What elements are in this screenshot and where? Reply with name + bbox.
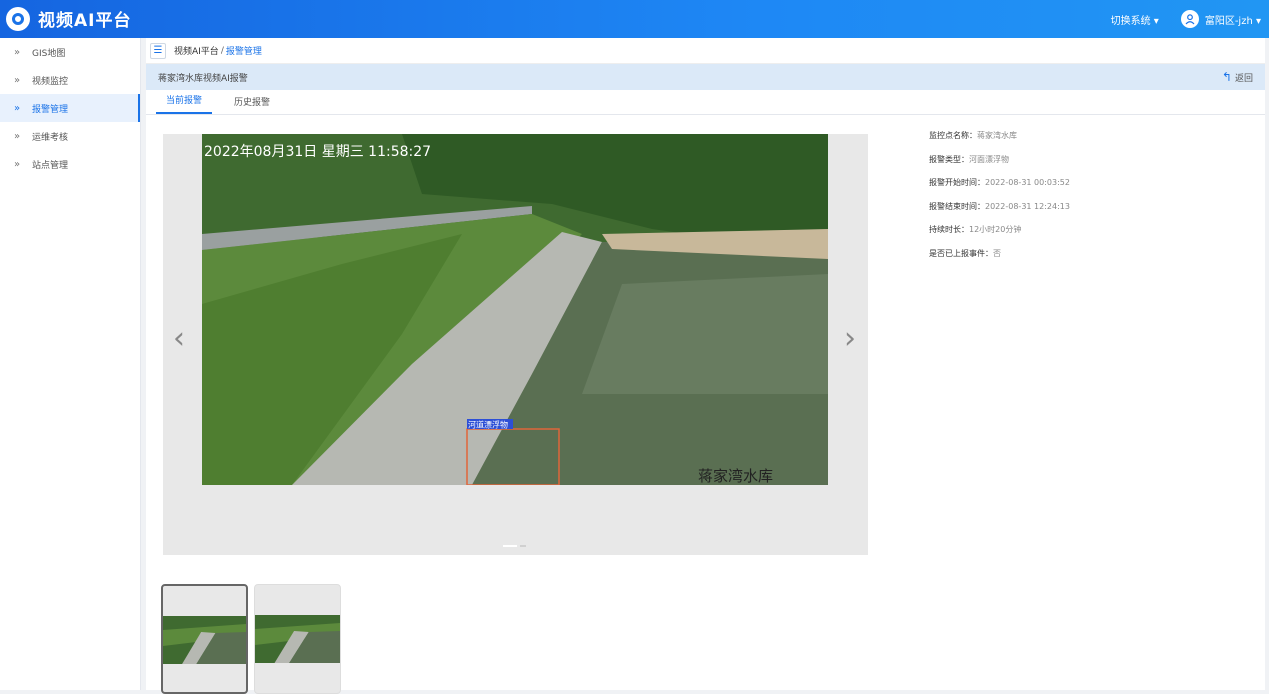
double-chevron-right-icon: » <box>14 74 21 86</box>
back-arrow-icon: ↰ <box>1221 70 1232 84</box>
sidebar-item-label: 运维考核 <box>32 132 69 143</box>
user-avatar-icon[interactable] <box>1180 10 1199 28</box>
sidebar-item-label: 报警管理 <box>32 104 69 115</box>
detail-row: 持续时长：12小时20分钟 <box>929 225 1022 234</box>
sidebar-item-ops-assessment[interactable]: » 运维考核 <box>0 122 140 150</box>
detail-row: 是否已上报事件：否 <box>929 248 1001 258</box>
thumbnail-strip <box>161 584 347 694</box>
main-content: ☰ 视频AI平台 / 报警管理 蒋家湾水库视频AI报警 ↰ 返回 当前报警 历史… <box>146 38 1265 694</box>
double-chevron-right-icon: » <box>14 158 21 170</box>
thumbnail[interactable] <box>254 584 341 694</box>
detail-row: 报警类型：河面漂浮物 <box>929 154 1009 164</box>
breadcrumb-root[interactable]: 视频AI平台 <box>174 44 219 57</box>
thumbnail-selected[interactable] <box>161 584 248 694</box>
double-chevron-right-icon: » <box>14 46 21 58</box>
sidebar-item-label: 站点管理 <box>32 160 69 171</box>
sidebar-item-video-monitor[interactable]: » 视频监控 <box>0 66 140 94</box>
user-menu[interactable]: 富阳区-jzh ▾ <box>1205 12 1261 27</box>
image-carousel: 河道漂浮物 2022年08月31日 星期三 11:58:27 蒋家湾水库 ‹ › <box>163 134 868 555</box>
breadcrumb-separator: / <box>220 45 224 56</box>
detail-row: 报警结束时间：2022-08-31 12:24:13 <box>929 201 1070 211</box>
sidebar-item-label: 视频监控 <box>32 76 69 87</box>
back-button[interactable]: ↰ 返回 <box>1222 70 1253 84</box>
alarm-tabs: 当前报警 历史报警 <box>146 90 1265 115</box>
top-header: 视频AI平台 切换系统 ▾ 富阳区-jzh ▾ <box>0 0 1269 38</box>
alarm-details: 监控点名称：蒋家湾水库 报警类型：河面漂浮物 报警开始时间：2022-08-31… <box>929 130 1070 271</box>
prev-image-button[interactable]: ‹ <box>173 324 185 354</box>
double-chevron-right-icon: » <box>14 102 21 114</box>
sidebar-item-alarm-management[interactable]: » 报警管理 <box>0 94 140 122</box>
sidebar-item-site-management[interactable]: » 站点管理 <box>0 150 140 178</box>
sidebar-item-label: GIS地图 <box>32 48 66 59</box>
carousel-dot-active[interactable] <box>503 545 517 547</box>
tab-history-alarm[interactable]: 历史报警 <box>224 95 280 114</box>
breadcrumb: ☰ 视频AI平台 / 报警管理 <box>146 38 1265 64</box>
next-image-button[interactable]: › <box>844 324 856 354</box>
switch-system-dropdown[interactable]: 切换系统 ▾ <box>1111 12 1159 27</box>
app-title: 视频AI平台 <box>38 11 132 31</box>
carousel-dot[interactable] <box>520 545 526 547</box>
back-label: 返回 <box>1234 73 1253 84</box>
double-chevron-right-icon: » <box>14 130 21 142</box>
sidebar-item-gis-map[interactable]: » GIS地图 <box>0 38 140 66</box>
site-caption: 蒋家湾水库 <box>698 467 773 485</box>
detail-row: 报警开始时间：2022-08-31 00:03:52 <box>929 178 1070 187</box>
detail-row: 监控点名称：蒋家湾水库 <box>929 131 1017 140</box>
panel-title-bar: 蒋家湾水库视频AI报警 ↰ 返回 <box>146 64 1265 90</box>
tab-current-alarm[interactable]: 当前报警 <box>156 93 213 114</box>
breadcrumb-current: 报警管理 <box>225 47 262 57</box>
alarm-snapshot: 河道漂浮物 2022年08月31日 星期三 11:58:27 蒋家湾水库 <box>202 134 828 485</box>
detection-label: 河道漂浮物 <box>468 420 508 430</box>
panel-title: 蒋家湾水库视频AI报警 <box>158 73 248 84</box>
sidebar: » GIS地图 » 视频监控 » 报警管理 » 运维考核 » 站点管理 <box>0 38 141 690</box>
menu-toggle-icon[interactable]: ☰ <box>150 42 166 59</box>
app-logo[interactable]: 视频AI平台 <box>6 6 131 31</box>
logo-icon <box>6 6 30 31</box>
snapshot-timestamp: 2022年08月31日 星期三 11:58:27 <box>204 144 431 160</box>
